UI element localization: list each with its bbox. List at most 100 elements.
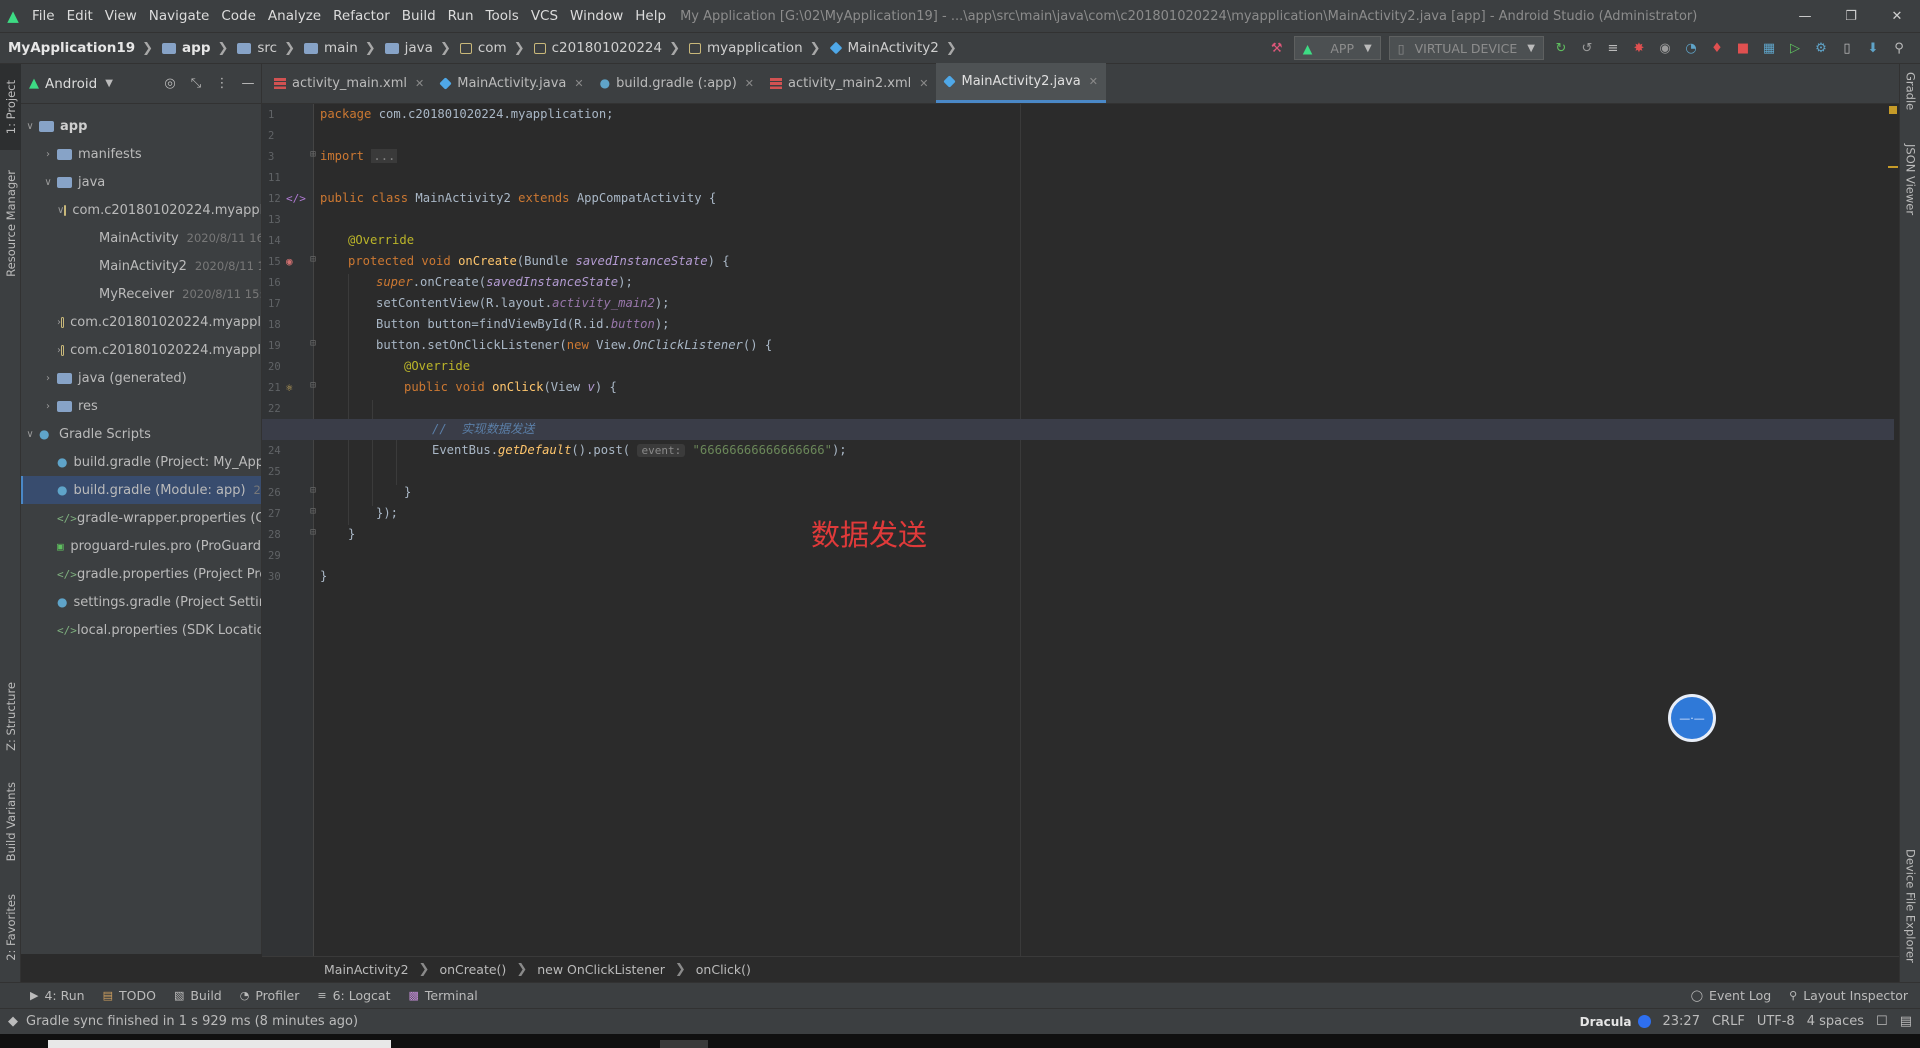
make-project-hammer-icon[interactable]: ⚒: [1264, 33, 1290, 63]
tree-item-gradle-properties[interactable]: </> gradle.properties (Project Prop: [21, 560, 261, 588]
hide-panel-icon[interactable]: —: [235, 76, 261, 91]
tab-gradle[interactable]: Gradle: [1900, 72, 1920, 132]
tab-favorites[interactable]: 2: Favorites: [0, 884, 21, 970]
folded-imports[interactable]: ...: [371, 149, 398, 163]
terminal-icon[interactable]: ▷: [1782, 33, 1808, 63]
chevron-down-icon[interactable]: ▼: [105, 78, 113, 89]
tab-activity-main2-xml[interactable]: activity_main2.xml ✕: [762, 63, 937, 103]
tool-build[interactable]: ▧ Build: [174, 988, 222, 1003]
tool-todo[interactable]: ▤ TODO: [103, 988, 156, 1003]
menu-window[interactable]: Window: [564, 0, 629, 32]
fold-icon[interactable]: ⊞: [310, 149, 316, 160]
crumb-java[interactable]: java: [383, 40, 433, 56]
crumb-main[interactable]: main: [302, 40, 358, 56]
memory-indicator-icon[interactable]: ▤: [1900, 1014, 1912, 1029]
file-encoding[interactable]: UTF-8: [1757, 1014, 1795, 1029]
crumb-project[interactable]: MyApplication19: [8, 40, 135, 56]
tree-item-manifests[interactable]: › manifests: [21, 140, 261, 168]
menu-analyze[interactable]: Analyze: [262, 0, 327, 32]
tree-item-build-gradle-module[interactable]: ● build.gradle (Module: app) 202: [21, 476, 261, 504]
apply-changes-icon[interactable]: ↻: [1548, 33, 1574, 63]
apply-code-changes-icon[interactable]: ↺: [1574, 33, 1600, 63]
chevron-right-icon[interactable]: ›: [39, 401, 57, 412]
tool-terminal[interactable]: ▩ Terminal: [408, 988, 477, 1003]
tree-item-app[interactable]: ∨ app: [21, 112, 261, 140]
scroll-from-source-icon[interactable]: ◎: [157, 76, 183, 91]
code-tag-icon[interactable]: </>: [286, 192, 306, 205]
menu-vcs[interactable]: VCS: [525, 0, 564, 32]
tool-run[interactable]: ▶ 4: Run: [30, 988, 85, 1003]
tab-project[interactable]: 1: Project: [0, 64, 21, 150]
taskbar-item[interactable]: [48, 1040, 391, 1048]
menu-help[interactable]: Help: [629, 0, 672, 32]
tab-build-gradle-app[interactable]: ● build.gradle (:app) ✕: [592, 63, 762, 103]
tree-item-gradle-wrapper[interactable]: </> gradle-wrapper.properties (Gra: [21, 504, 261, 532]
tree-item-mainactivity2[interactable]: MainActivity2 2020/8/11 16: [21, 252, 261, 280]
tab-build-variants[interactable]: Build Variants: [0, 774, 21, 870]
tree-item-proguard[interactable]: ▣ proguard-rules.pro (ProGuard: [21, 532, 261, 560]
debug-bug-icon[interactable]: ✸: [1626, 33, 1652, 63]
fold-icon[interactable]: ⊟: [310, 338, 316, 349]
tree-item-java[interactable]: ∨ java: [21, 168, 261, 196]
implements-marker-icon[interactable]: ⚛: [286, 381, 293, 394]
collapse-all-icon[interactable]: ⤡: [183, 76, 209, 91]
tab-mainactivity2-java[interactable]: MainActivity2.java ✕: [936, 63, 1106, 103]
fold-icon[interactable]: ⊟: [310, 380, 316, 391]
project-view-select[interactable]: Android: [45, 76, 97, 92]
fold-icon[interactable]: ⊟: [310, 527, 316, 538]
taskbar-item[interactable]: [660, 1040, 708, 1048]
menu-run[interactable]: Run: [442, 0, 480, 32]
chevron-down-icon[interactable]: ∨: [57, 205, 64, 216]
run-config-select[interactable]: ▲ APP ▼: [1293, 36, 1381, 60]
caret-position[interactable]: 23:27: [1663, 1014, 1700, 1029]
tab-mainactivity-java[interactable]: MainActivity.java ✕: [432, 63, 591, 103]
stop-icon[interactable]: ■: [1730, 33, 1756, 63]
line-separator[interactable]: CRLF: [1712, 1014, 1745, 1029]
tree-item-package-androidtest[interactable]: › com.c201801020224.myappl: [21, 336, 261, 364]
more-options-icon[interactable]: ⋮: [209, 76, 235, 91]
fold-icon[interactable]: ⊟: [310, 506, 316, 517]
lock-icon[interactable]: ☐: [1876, 1014, 1888, 1029]
chevron-right-icon[interactable]: ›: [39, 373, 57, 384]
device-select[interactable]: ▯ VIRTUAL DEVICE ▼: [1388, 36, 1544, 60]
restore-button[interactable]: ❐: [1828, 0, 1874, 32]
sdk-manager-icon[interactable]: ⬇: [1860, 33, 1886, 63]
tab-activity-main-xml[interactable]: activity_main.xml ✕: [266, 63, 432, 103]
coverage-icon[interactable]: ◉: [1652, 33, 1678, 63]
attach-debugger-icon[interactable]: ♦: [1704, 33, 1730, 63]
tab-resource-manager[interactable]: Resource Manager: [0, 158, 21, 288]
close-icon[interactable]: ✕: [415, 77, 424, 90]
crumb-c201801020224[interactable]: c201801020224: [532, 40, 662, 56]
menu-file[interactable]: File: [26, 0, 61, 32]
floating-assistant-ball[interactable]: —·—: [1668, 694, 1716, 742]
project-structure-icon[interactable]: ▦: [1756, 33, 1782, 63]
chevron-right-icon[interactable]: ›: [39, 149, 57, 160]
close-icon[interactable]: ✕: [1089, 75, 1098, 88]
search-icon[interactable]: ⚲: [1886, 33, 1912, 63]
tree-item-local-properties[interactable]: </> local.properties (SDK Location): [21, 616, 261, 644]
sync-gradle-icon[interactable]: ⚙: [1808, 33, 1834, 63]
tree-item-gradle-scripts[interactable]: ∨ ● Gradle Scripts: [21, 420, 261, 448]
chevron-down-icon[interactable]: ∨: [39, 177, 57, 188]
tree-item-res[interactable]: › res: [21, 392, 261, 420]
tree-item-myreceiver[interactable]: MyReceiver 2020/8/11 15:: [21, 280, 261, 308]
override-marker-icon[interactable]: ◉: [286, 255, 293, 268]
tab-json-viewer[interactable]: JSON Viewer: [1900, 144, 1920, 234]
fold-icon[interactable]: ⊟: [310, 485, 316, 496]
crumb-app[interactable]: app: [160, 40, 210, 56]
crumb-anonymous-class[interactable]: new OnClickListener: [537, 962, 665, 977]
chevron-down-icon[interactable]: ∨: [21, 429, 39, 440]
crumb-class[interactable]: MainActivity2: [324, 962, 409, 977]
layers-icon[interactable]: ◆: [8, 1014, 18, 1029]
warning-marker[interactable]: [1888, 166, 1898, 168]
menu-build[interactable]: Build: [396, 0, 442, 32]
logcat-lines-icon[interactable]: ≡: [1600, 33, 1626, 63]
close-window-button[interactable]: ✕: [1874, 0, 1920, 32]
tree-item-build-gradle-project[interactable]: ● build.gradle (Project: My_Applic: [21, 448, 261, 476]
theme-indicator[interactable]: Dracula: [1580, 1015, 1632, 1029]
menu-view[interactable]: View: [99, 0, 143, 32]
tab-device-file-explorer[interactable]: Device File Explorer: [1900, 849, 1920, 999]
tree-item-package-main[interactable]: ∨ com.c201801020224.myappli: [21, 196, 261, 224]
error-stripe[interactable]: [1887, 104, 1899, 956]
crumb-inner-method[interactable]: onClick(): [696, 962, 751, 977]
